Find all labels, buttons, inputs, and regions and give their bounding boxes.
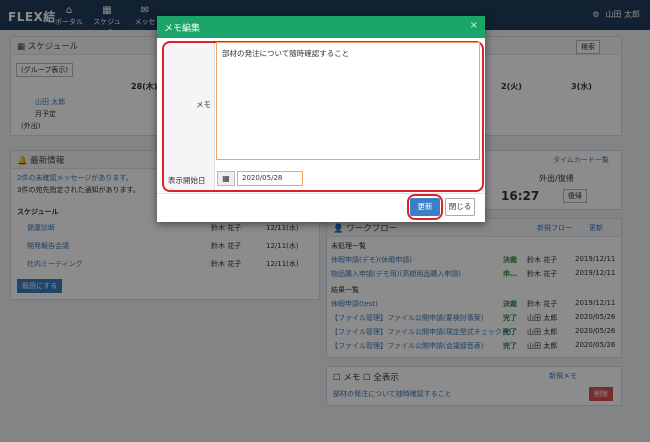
dialog-title: メモ編集: [164, 24, 201, 34]
update-button[interactable]: 更新: [410, 198, 440, 216]
start-date-input[interactable]: 2020/05/28: [237, 171, 303, 186]
close-button[interactable]: 閉じる: [445, 198, 475, 216]
memo-textarea[interactable]: 部材の発注について随時確認すること: [216, 42, 480, 160]
memo-label: メモ: [196, 100, 211, 109]
calendar-icon[interactable]: ▦: [217, 171, 235, 186]
dialog-header: メモ編集 ×: [157, 16, 485, 38]
close-icon[interactable]: ×: [470, 20, 478, 31]
date-label: 表示開始日: [168, 176, 206, 185]
